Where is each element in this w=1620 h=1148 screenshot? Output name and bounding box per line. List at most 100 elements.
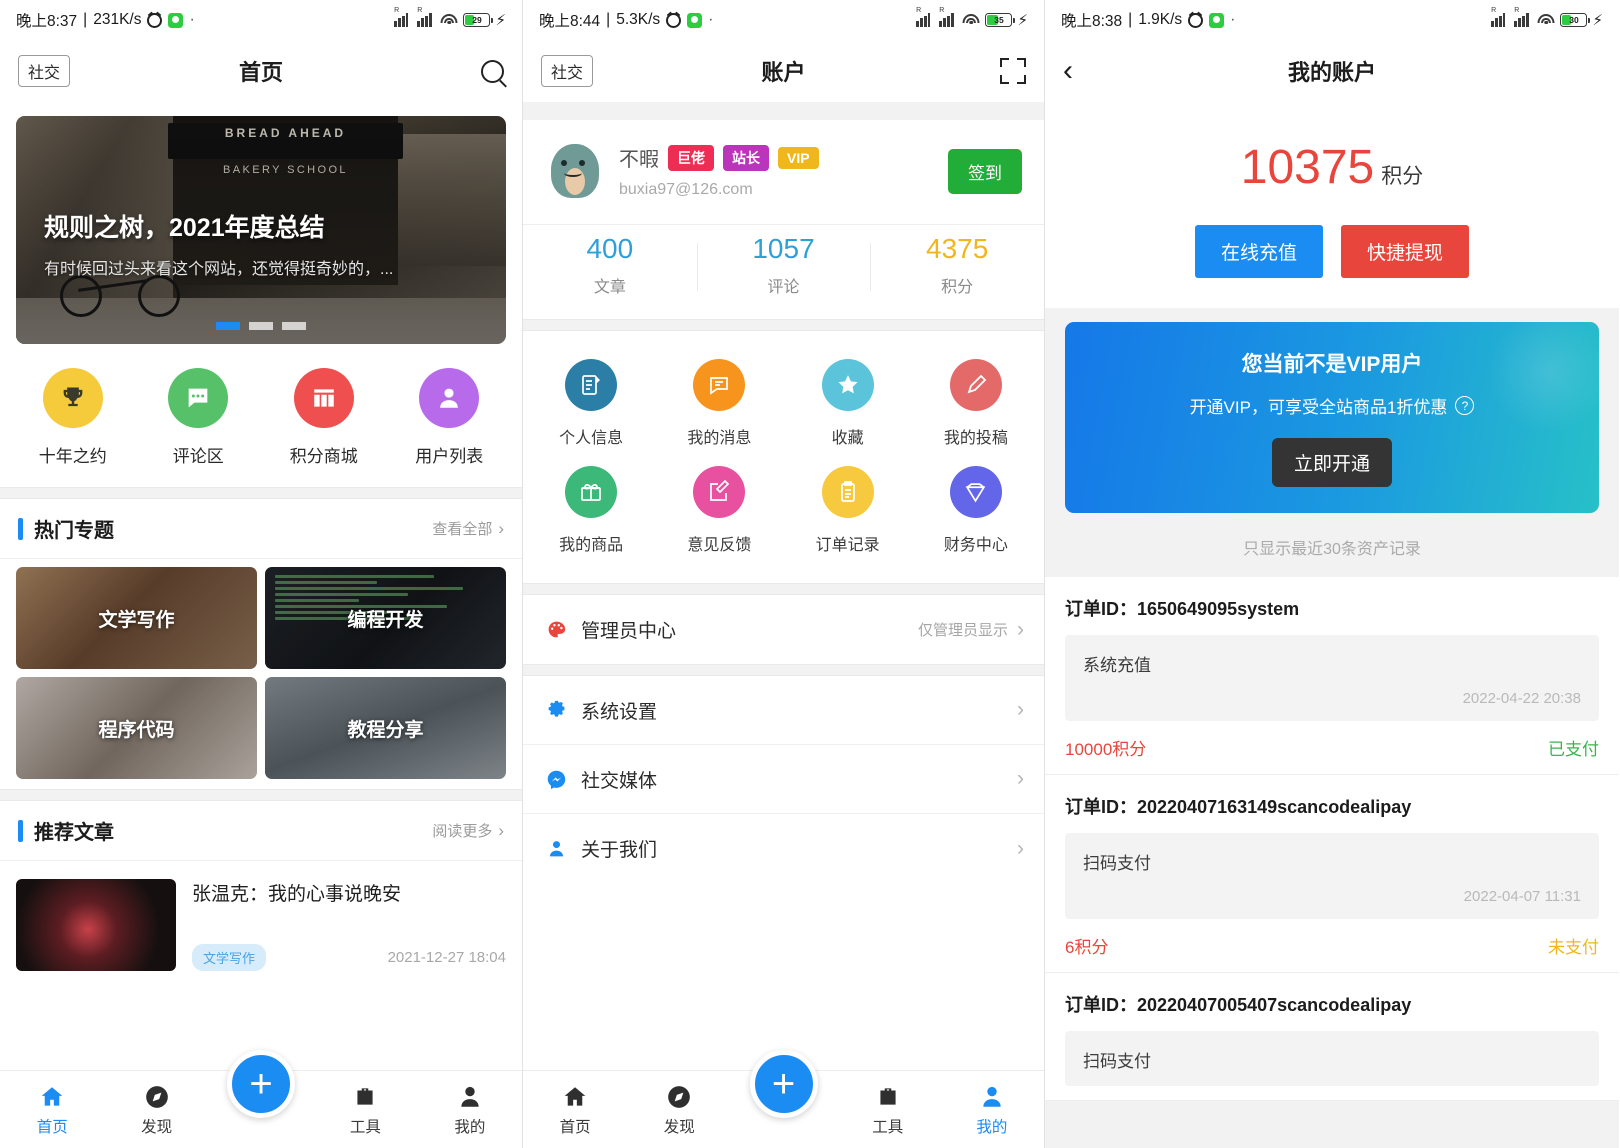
quick-entry-user-list[interactable]: 用户列表 xyxy=(387,368,513,467)
quick-entry-points-mall[interactable]: 积分商城 xyxy=(261,368,387,467)
signal-1-icon: R xyxy=(1491,13,1509,27)
stat-comments[interactable]: 1057 评论 xyxy=(697,233,871,297)
tab-mine[interactable]: 我的 xyxy=(418,1083,522,1137)
grid-item-messages[interactable]: 我的消息 xyxy=(655,349,783,456)
grid-item-profile[interactable]: 个人信息 xyxy=(527,349,655,456)
status-right: R R 30 ⚡ xyxy=(1491,13,1603,28)
order-record-item[interactable]: 订单ID：20220407163149scancodealipay 扫码支付 2… xyxy=(1045,775,1619,973)
topic-card[interactable]: 程序代码 xyxy=(16,677,257,779)
battery-level: 35 xyxy=(994,15,1003,25)
carousel-dot-2[interactable] xyxy=(249,322,273,330)
menu-item-admin-center[interactable]: 管理员中心 仅管理员显示 › xyxy=(523,595,1044,664)
user-name: 不暇 xyxy=(619,143,659,172)
quick-entry-comments[interactable]: 评论区 xyxy=(136,368,262,467)
carousel-dot-1[interactable] xyxy=(216,322,240,330)
panel-my-account: 晚上8:38 | 1.9K/s · R R 30 ⚡ ‹ 我的账户 xyxy=(1044,0,1619,1148)
order-date: 2022-04-22 20:38 xyxy=(1083,690,1581,707)
briefcase-icon xyxy=(836,1083,940,1111)
stat-points[interactable]: 4375 积分 xyxy=(870,233,1044,297)
quick-entry-ten-year[interactable]: 十年之约 xyxy=(10,368,136,467)
chevron-right-icon: › xyxy=(1017,767,1024,791)
balance-actions: 在线充值 快捷提现 xyxy=(1045,225,1619,278)
recharge-button[interactable]: 在线充值 xyxy=(1195,225,1323,278)
tab-discover[interactable]: 发现 xyxy=(104,1083,208,1137)
order-id-label: 订单ID： xyxy=(1065,995,1137,1015)
app-notification-icon xyxy=(1209,13,1224,28)
profile-edit-icon xyxy=(565,359,617,411)
sign-in-button[interactable]: 签到 xyxy=(948,149,1022,194)
order-detail-box: 扫码支付 xyxy=(1065,1031,1599,1086)
balance-section: 10375积分 在线充值 快捷提现 xyxy=(1045,102,1619,308)
vip-subtitle: 开通VIP，可享受全站商品1折优惠 xyxy=(1190,393,1448,418)
tab-mine[interactable]: 我的 xyxy=(940,1083,1044,1137)
points-unit: 积分 xyxy=(1381,165,1423,188)
order-description: 系统充值 xyxy=(1083,651,1581,676)
menu-item-social-media[interactable]: 社交媒体 › xyxy=(523,745,1044,814)
carousel-indicators[interactable] xyxy=(16,322,506,330)
tab-label: 首页 xyxy=(523,1115,627,1137)
menu-item-system-settings[interactable]: 系统设置 › xyxy=(523,676,1044,745)
grid-item-orders[interactable]: 订单记录 xyxy=(784,456,912,563)
points-display: 10375积分 xyxy=(1045,140,1619,195)
wifi-icon xyxy=(962,13,980,27)
bottom-tab-bar-home: 首页 发现 工具 我的 + xyxy=(0,1070,522,1148)
grid-item-label: 财务中心 xyxy=(912,531,1040,555)
signal-2-icon: R xyxy=(417,13,435,27)
tab-tools[interactable]: 工具 xyxy=(313,1083,417,1137)
article-tag[interactable]: 文学写作 xyxy=(192,944,266,971)
section-divider xyxy=(523,664,1044,676)
hero-carousel[interactable]: BREAD AHEAD BAKERY SCHOOL 规则之树，2021年度总结 … xyxy=(16,116,506,344)
chevron-right-icon: › xyxy=(498,821,504,841)
order-id-value: 20220407005407scancodealipay xyxy=(1137,995,1411,1015)
status-separator: | xyxy=(606,11,610,29)
order-record-item[interactable]: 订单ID：20220407005407scancodealipay 扫码支付 xyxy=(1045,973,1619,1101)
grid-item-label: 我的投稿 xyxy=(912,424,1040,448)
menu-item-about-us[interactable]: 关于我们 › xyxy=(523,814,1044,883)
user-profile-row[interactable]: 不暇 巨佬 站长 VIP buxia97@126.com 签到 xyxy=(523,120,1044,224)
tab-home[interactable]: 首页 xyxy=(0,1083,104,1137)
grid-item-label: 意见反馈 xyxy=(655,531,783,555)
stat-articles[interactable]: 400 文章 xyxy=(523,233,697,297)
carousel-dot-3[interactable] xyxy=(282,322,306,330)
view-all-topics-link[interactable]: 查看全部 › xyxy=(432,518,504,539)
grid-item-favorites[interactable]: 收藏 xyxy=(784,349,912,456)
question-icon[interactable]: ? xyxy=(1455,396,1474,415)
vip-promo-card[interactable]: 您当前不是VIP用户 开通VIP，可享受全站商品1折优惠 ? 立即开通 xyxy=(1065,322,1599,513)
withdraw-button[interactable]: 快捷提现 xyxy=(1341,225,1469,278)
palette-icon xyxy=(543,619,569,640)
topic-card[interactable]: 编程开发 xyxy=(265,567,506,669)
order-record-item[interactable]: 订单ID：1650649095system 系统充值 2022-04-22 20… xyxy=(1045,577,1619,775)
topic-card[interactable]: 文学写作 xyxy=(16,567,257,669)
wifi-icon xyxy=(440,13,458,27)
tab-discover[interactable]: 发现 xyxy=(627,1083,731,1137)
grid-item-label: 订单记录 xyxy=(784,531,912,555)
scan-button[interactable] xyxy=(1000,58,1026,84)
accent-bar xyxy=(18,518,23,540)
section-divider xyxy=(523,102,1044,120)
article-list-item[interactable]: 张温克：我的心事说晚安 文学写作 2021-12-27 18:04 xyxy=(0,861,522,983)
section-divider xyxy=(0,789,522,801)
create-post-button[interactable]: + xyxy=(750,1050,818,1118)
quick-entry-label: 用户列表 xyxy=(387,442,513,467)
activate-vip-button[interactable]: 立即开通 xyxy=(1272,438,1392,487)
tab-label: 工具 xyxy=(313,1115,417,1137)
tab-home[interactable]: 首页 xyxy=(523,1083,627,1137)
search-button[interactable] xyxy=(481,60,504,83)
tab-tools[interactable]: 工具 xyxy=(836,1083,940,1137)
grid-item-feedback[interactable]: 意见反馈 xyxy=(655,456,783,563)
read-more-link[interactable]: 阅读更多 › xyxy=(432,820,504,841)
article-thumbnail xyxy=(16,879,176,971)
grid-item-submissions[interactable]: 我的投稿 xyxy=(912,349,1040,456)
comment-icon xyxy=(168,368,228,428)
topic-label: 文学写作 xyxy=(98,605,174,632)
star-icon xyxy=(822,359,874,411)
order-points: 10000积分 xyxy=(1065,735,1146,760)
home-icon xyxy=(523,1083,627,1111)
grid-item-finance[interactable]: 财务中心 xyxy=(912,456,1040,563)
create-post-button[interactable]: + xyxy=(227,1050,295,1118)
status-right: R R 29 ⚡ xyxy=(394,13,506,28)
order-id-line: 订单ID：20220407163149scancodealipay xyxy=(1065,793,1599,819)
grid-item-products[interactable]: 我的商品 xyxy=(527,456,655,563)
avatar[interactable] xyxy=(545,138,605,204)
topic-card[interactable]: 教程分享 xyxy=(265,677,506,779)
